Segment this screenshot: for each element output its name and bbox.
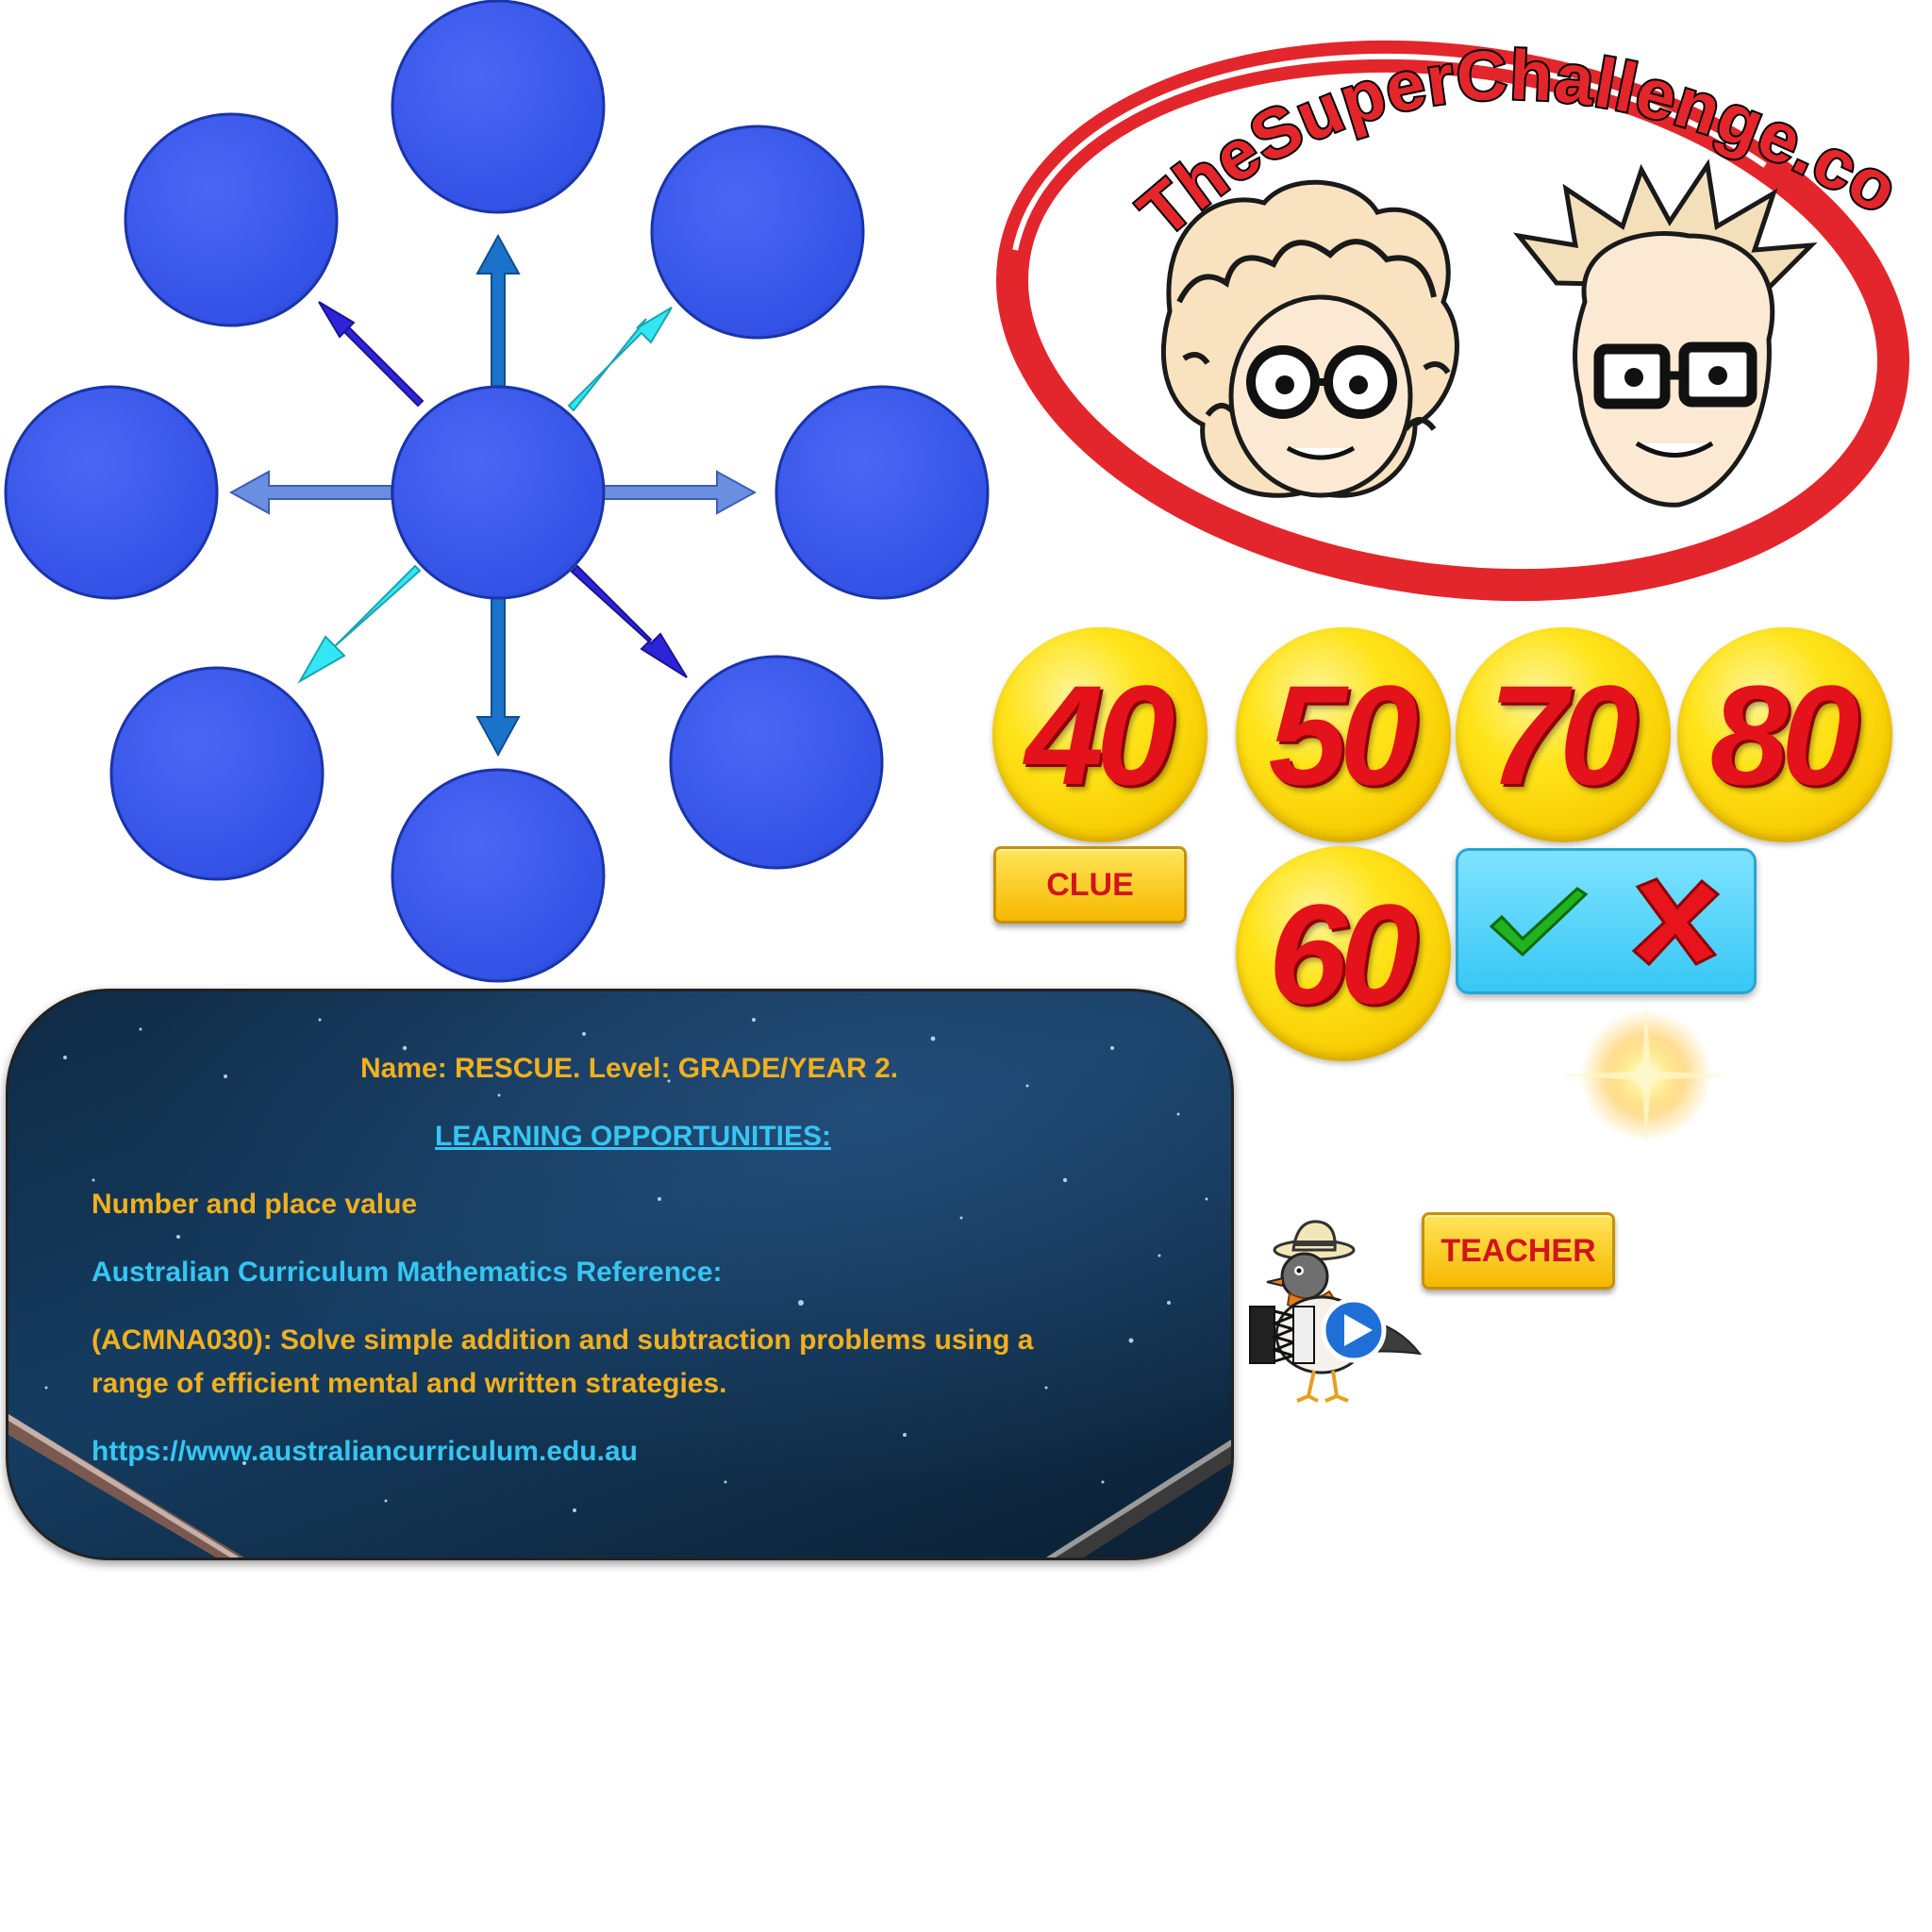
number-puzzle-diagram xyxy=(4,0,990,983)
node-top-left[interactable] xyxy=(124,112,339,327)
arrow-down-right xyxy=(570,564,688,678)
clue-button-label: CLUE xyxy=(1046,866,1134,903)
node-top-right[interactable] xyxy=(650,125,865,340)
cross-icon[interactable] xyxy=(1628,877,1723,967)
info-link[interactable]: https://www.australiancurriculum.edu.au xyxy=(92,1431,638,1473)
character-right-icon xyxy=(1512,158,1818,508)
number-token-80[interactable]: 80 xyxy=(1677,627,1892,842)
arrow-down xyxy=(475,593,521,758)
answer-check-panel xyxy=(1456,848,1757,994)
character-left-icon xyxy=(1160,179,1459,498)
node-bottom-left[interactable] xyxy=(109,666,325,881)
check-icon[interactable] xyxy=(1487,887,1591,962)
arrow-right xyxy=(603,470,758,515)
arrow-down-left xyxy=(297,564,422,684)
super-challenge-logo[interactable]: TheSuperChallenge.com xyxy=(981,0,1932,632)
arrow-up xyxy=(475,233,521,388)
info-topic: Number and place value xyxy=(92,1189,418,1220)
token-label: 70 xyxy=(1488,656,1639,814)
learning-info-card: Name: RESCUE. Level: GRADE/YEAR 2. LEARN… xyxy=(6,989,1234,1560)
number-token-40[interactable]: 40 xyxy=(992,627,1208,842)
info-reference-line2: range of efficient mental and written st… xyxy=(92,1368,727,1399)
token-label: 60 xyxy=(1268,874,1419,1033)
arrow-left xyxy=(228,470,392,515)
node-left[interactable] xyxy=(4,385,219,600)
node-bottom-right[interactable] xyxy=(669,655,884,870)
sparkle-icon xyxy=(1561,1005,1731,1146)
number-token-60[interactable]: 60 xyxy=(1236,846,1451,1061)
arrow-up-left xyxy=(318,301,425,408)
token-label: 80 xyxy=(1709,656,1860,814)
arrow-up-right xyxy=(567,307,673,412)
bird-mascot-icon xyxy=(1249,1220,1423,1403)
info-title: Name: RESCUE. Level: GRADE/YEAR 2. xyxy=(360,1053,899,1084)
token-label: 40 xyxy=(1024,656,1175,814)
number-token-50[interactable]: 50 xyxy=(1236,627,1451,842)
number-token-70[interactable]: 70 xyxy=(1456,627,1671,842)
clue-button[interactable]: CLUE xyxy=(993,846,1187,924)
token-label: 50 xyxy=(1268,656,1419,814)
info-reference-line1: (ACMNA030): Solve simple addition and su… xyxy=(92,1324,1034,1356)
node-right[interactable] xyxy=(774,385,990,600)
info-section-heading: LEARNING OPPORTUNITIES: xyxy=(435,1121,832,1152)
teacher-button-label: TEACHER xyxy=(1441,1232,1596,1269)
info-reference-label: Australian Curriculum Mathematics Refere… xyxy=(92,1257,723,1288)
node-bottom[interactable] xyxy=(391,768,606,983)
teacher-button[interactable]: TEACHER xyxy=(1422,1212,1615,1290)
node-center[interactable] xyxy=(391,385,606,600)
node-top[interactable] xyxy=(391,0,606,214)
play-button[interactable] xyxy=(1321,1297,1387,1363)
